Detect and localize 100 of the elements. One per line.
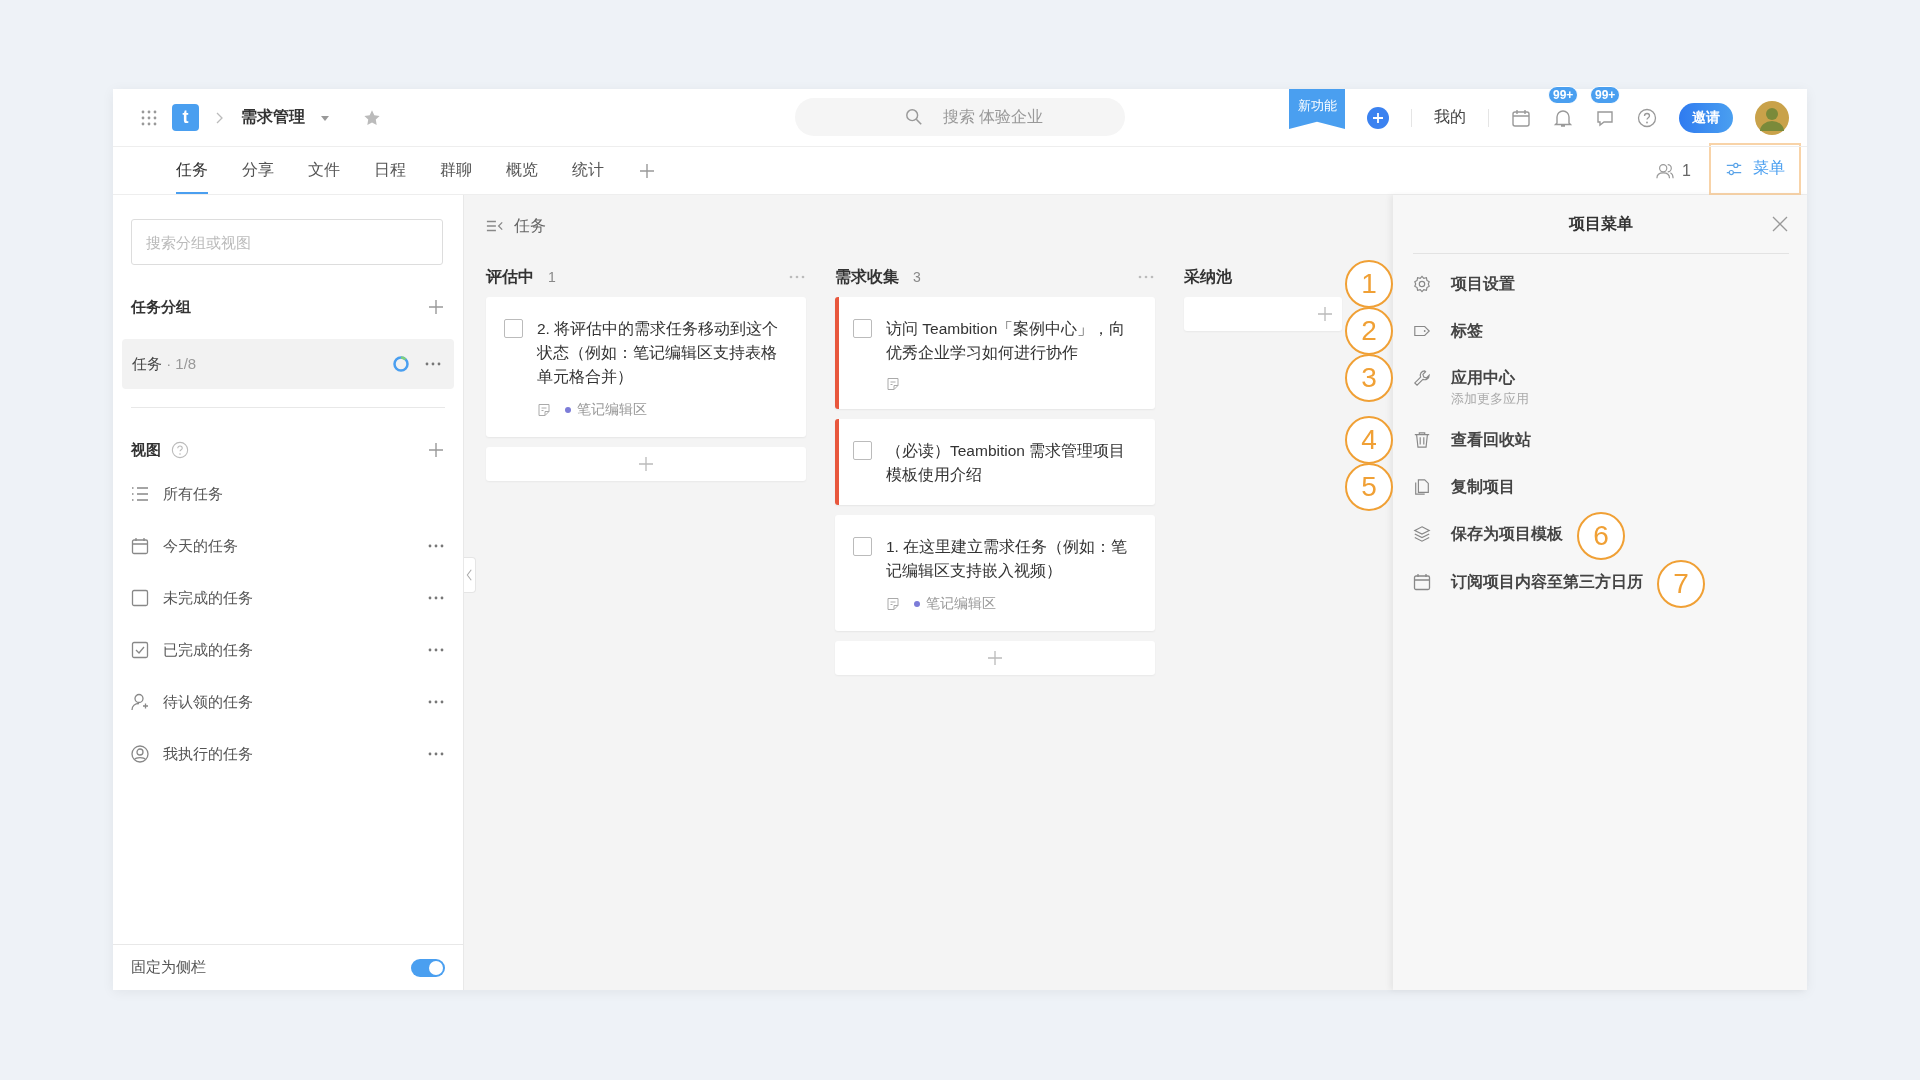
tab[interactable]: 文件 <box>308 147 340 194</box>
menu-item-label: 项目设置 <box>1451 274 1515 294</box>
annotation-number: 7 <box>1657 560 1705 608</box>
tab[interactable]: 分享 <box>242 147 274 194</box>
board-title: 任务 <box>514 215 546 236</box>
mine-link[interactable]: 我的 <box>1434 107 1466 128</box>
menu-item[interactable]: 保存为项目模板 <box>1413 512 1563 559</box>
menu-item[interactable]: 标签 <box>1413 309 1483 356</box>
panel-title: 项目菜单 <box>1569 213 1633 234</box>
column-title: 需求收集 <box>835 266 899 287</box>
section-title: 任务分组 <box>131 297 191 317</box>
menu-item[interactable]: 项目设置 <box>1413 262 1515 309</box>
task-title: 2. 将评估中的需求任务移动到这个状态（例如：笔记编辑区支持表格单元格合并） <box>537 319 780 387</box>
tag-dot-icon <box>914 601 920 607</box>
pin-sidebar-label: 固定为侧栏 <box>131 958 206 977</box>
avatar[interactable] <box>1755 100 1789 135</box>
note-icon <box>537 403 551 417</box>
column-title: 采纳池 <box>1184 266 1232 287</box>
section-title: 视图 <box>131 440 161 460</box>
view-label: 今天的任务 <box>163 536 239 556</box>
tab[interactable]: 群聊 <box>440 147 472 194</box>
add-icon <box>1316 305 1334 323</box>
task-card[interactable]: 访问 Teambition「案例中心」，向优秀企业学习如何进行协作 <box>835 297 1155 409</box>
view-label: 已完成的任务 <box>163 640 254 660</box>
task-card[interactable]: （必读）Teambition 需求管理项目模板使用介绍 <box>835 419 1155 505</box>
calendar-icon[interactable] <box>1511 107 1531 128</box>
task-card[interactable]: 1. 在这里建立需求任务（例如：笔记编辑区支持嵌入视频） 笔记编辑区 <box>835 515 1155 631</box>
member-count: 1 <box>1682 161 1691 180</box>
menu-item-label: 订阅项目内容至第三方日历 <box>1451 572 1643 592</box>
menu-item[interactable]: 复制项目 <box>1413 465 1515 512</box>
pin-toggle[interactable] <box>411 958 445 977</box>
task-checkbox[interactable] <box>853 441 872 460</box>
task-card[interactable]: 2. 将评估中的需求任务移动到这个状态（例如：笔记编辑区支持表格单元格合并） 笔记编辑区 <box>486 297 806 437</box>
group-item[interactable]: 任务 · 1/8 <box>122 339 454 389</box>
column-count: 3 <box>913 269 921 285</box>
calendar-icon <box>131 537 149 555</box>
bell-icon[interactable] <box>1553 107 1573 128</box>
task-checkbox[interactable] <box>504 319 523 338</box>
apps-grid-icon[interactable] <box>140 108 158 127</box>
task-title: 1. 在这里建立需求任务（例如：笔记编辑区支持嵌入视频） <box>886 537 1129 581</box>
view-label: 我执行的任务 <box>163 744 254 764</box>
message-badge: 99+ <box>1590 85 1621 104</box>
checkbox-icon <box>131 589 149 607</box>
view-item[interactable]: 今天的任务 <box>122 520 454 572</box>
collapse-handle[interactable] <box>464 557 476 593</box>
view-label: 所有任务 <box>163 484 224 504</box>
menu-item[interactable]: 订阅项目内容至第三方日历 <box>1413 560 1643 607</box>
checked-box-icon <box>131 641 149 659</box>
view-label: 待认领的任务 <box>163 692 254 712</box>
copy-icon <box>1413 478 1431 496</box>
add-icon[interactable] <box>1367 106 1389 129</box>
column-count: 1 <box>548 269 556 285</box>
menu-item-label: 保存为项目模板 <box>1451 524 1563 544</box>
help-icon[interactable] <box>171 441 189 459</box>
task-checkbox[interactable] <box>853 319 872 338</box>
task-title: （必读）Teambition 需求管理项目模板使用介绍 <box>886 441 1127 485</box>
wrench-icon <box>1413 369 1431 387</box>
menu-item[interactable]: 应用中心 添加更多应用 <box>1413 356 1529 418</box>
add-tab-icon[interactable] <box>638 161 656 180</box>
view-item[interactable]: 已完成的任务 <box>122 624 454 676</box>
add-icon <box>637 455 655 473</box>
members-icon[interactable] <box>1656 161 1675 180</box>
menu-item-label: 应用中心 <box>1451 368 1516 388</box>
calendar-icon <box>1413 573 1431 591</box>
trash-icon <box>1413 431 1431 449</box>
person-add-icon <box>131 693 149 711</box>
menu-item-label: 查看回收站 <box>1451 430 1531 450</box>
add-icon <box>986 649 1004 667</box>
person-circle-icon <box>131 745 149 763</box>
view-item[interactable]: 待认领的任务 <box>122 676 454 728</box>
note-icon <box>886 377 900 391</box>
tab[interactable]: 任务 <box>176 147 208 194</box>
task-checkbox[interactable] <box>853 537 872 556</box>
search-field[interactable]: 搜索分组或视图 <box>131 219 443 265</box>
view-item[interactable]: 未完成的任务 <box>122 572 454 624</box>
close-icon[interactable] <box>1771 215 1789 233</box>
view-label: 未完成的任务 <box>163 588 254 608</box>
annotation-number: 6 <box>1577 512 1625 560</box>
task-tag: 笔记编辑区 <box>914 595 996 613</box>
help-icon[interactable] <box>1637 107 1657 128</box>
star-icon[interactable] <box>363 108 381 127</box>
view-item[interactable]: 所有任务 <box>122 468 454 520</box>
menu-item-hint: 添加更多应用 <box>1451 390 1529 408</box>
search-field[interactable]: 搜索 体验企业 <box>795 98 1125 136</box>
menu-item-label: 标签 <box>1451 321 1483 341</box>
tab[interactable]: 统计 <box>572 147 604 194</box>
tab[interactable]: 日程 <box>374 147 406 194</box>
menu-item[interactable]: 查看回收站 <box>1413 418 1531 465</box>
add-icon[interactable] <box>427 298 445 316</box>
view-item[interactable]: 我执行的任务 <box>122 728 454 780</box>
tab[interactable]: 概览 <box>506 147 538 194</box>
menu-item-label: 复制项目 <box>1451 477 1515 497</box>
group-label: 任务 · 1/8 <box>132 354 198 374</box>
search-icon <box>905 108 923 126</box>
project-name[interactable]: 需求管理 <box>241 107 305 128</box>
list-icon <box>131 485 149 503</box>
add-icon[interactable] <box>427 441 445 459</box>
column-title: 评估中 <box>486 266 534 287</box>
tag-dot-icon <box>565 407 571 413</box>
task-tag: 笔记编辑区 <box>565 401 647 419</box>
